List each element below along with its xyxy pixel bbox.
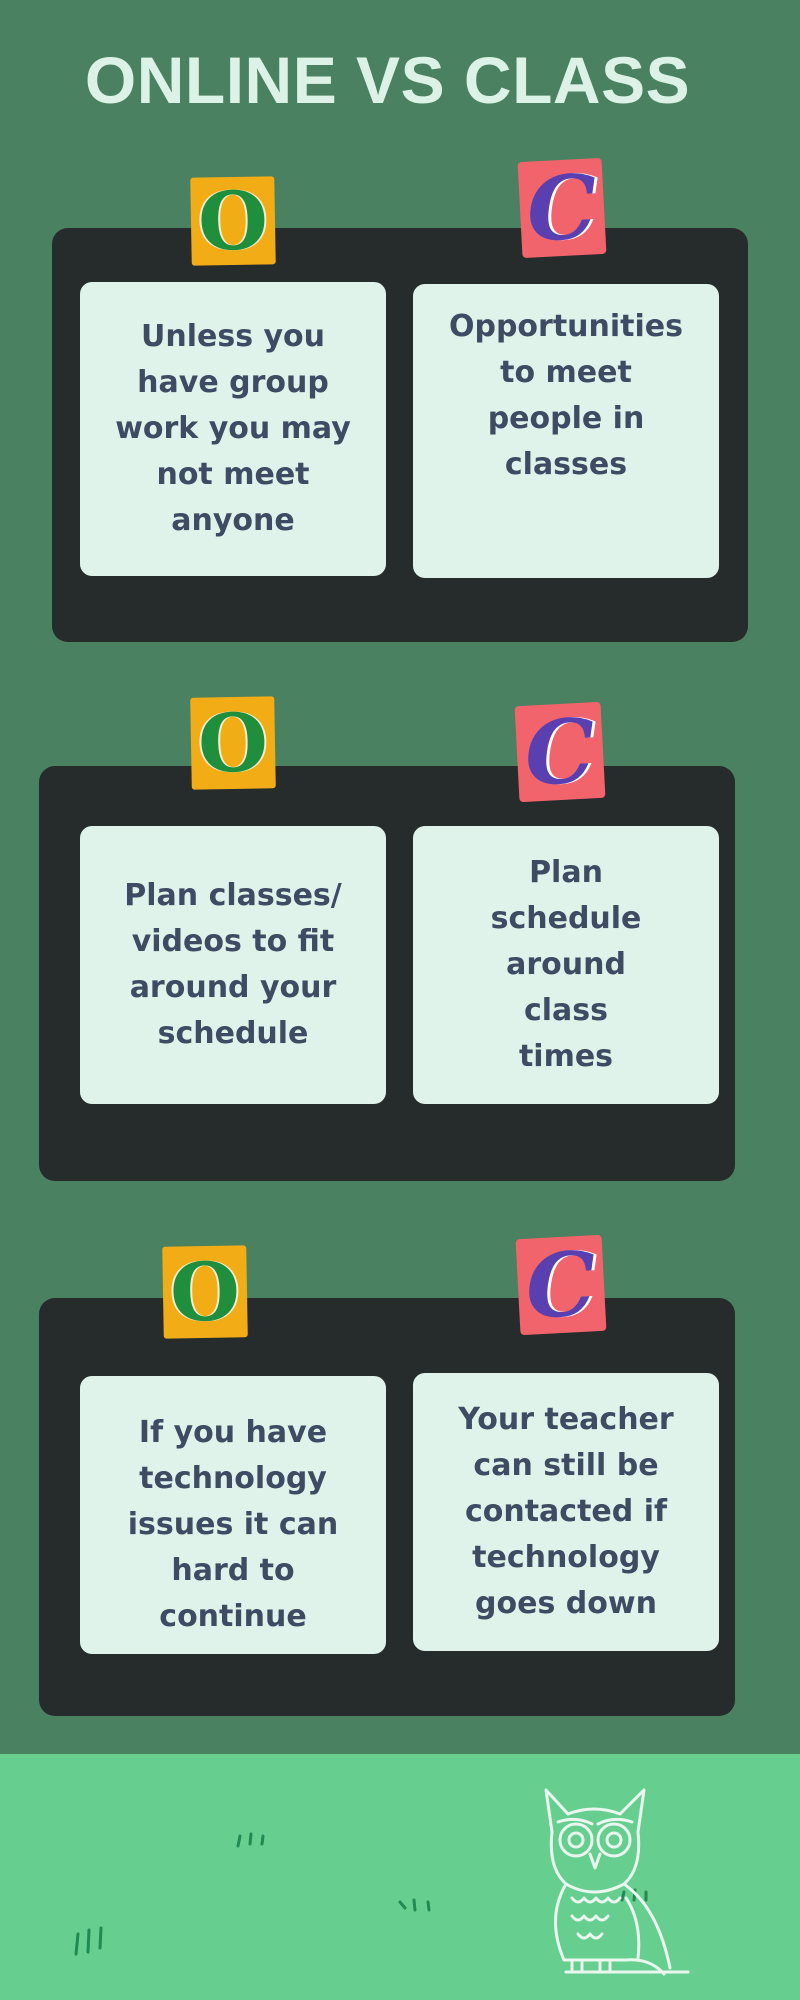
grass-tuft-icon <box>74 1926 103 1956</box>
class-stamp-1: C <box>517 154 607 262</box>
grass-tuft-icon <box>236 1832 265 1848</box>
online-letter: O <box>169 1244 241 1340</box>
class-card-2: Plan schedule around class times <box>413 826 719 1104</box>
class-letter: C <box>524 154 600 262</box>
class-card-text: Plan schedule around class times <box>490 855 642 1074</box>
class-card-3: Your teacher can still be contacted if t… <box>413 1373 719 1651</box>
online-card-text: Plan classes/ videos to fit around your … <box>124 878 342 1051</box>
online-letter: O <box>197 695 269 791</box>
online-letter: O <box>197 173 269 269</box>
class-letter: C <box>522 698 598 806</box>
online-card-text: If you have technology issues it can har… <box>127 1415 339 1634</box>
class-card-1: Opportunities to meet people in classes <box>413 284 719 578</box>
online-card-3: If you have technology issues it can har… <box>80 1376 386 1654</box>
class-letter: C <box>523 1231 599 1339</box>
class-stamp-2: C <box>514 698 606 806</box>
online-stamp-1: O <box>190 173 276 269</box>
class-card-text: Opportunities to meet people in classes <box>448 309 684 482</box>
online-stamp-3: O <box>162 1244 248 1340</box>
online-card-2: Plan classes/ videos to fit around your … <box>80 826 386 1104</box>
class-card-text: Your teacher can still be contacted if t… <box>458 1402 674 1621</box>
page-title: ONLINE VS CLASS <box>84 43 691 117</box>
grass-tuft-icon <box>398 1898 431 1912</box>
online-card-text: Unless you have group work you may not m… <box>115 319 351 538</box>
online-stamp-2: O <box>190 695 276 791</box>
class-stamp-3: C <box>515 1231 607 1339</box>
online-card-1: Unless you have group work you may not m… <box>80 282 386 576</box>
owl-icon <box>544 1788 690 1976</box>
